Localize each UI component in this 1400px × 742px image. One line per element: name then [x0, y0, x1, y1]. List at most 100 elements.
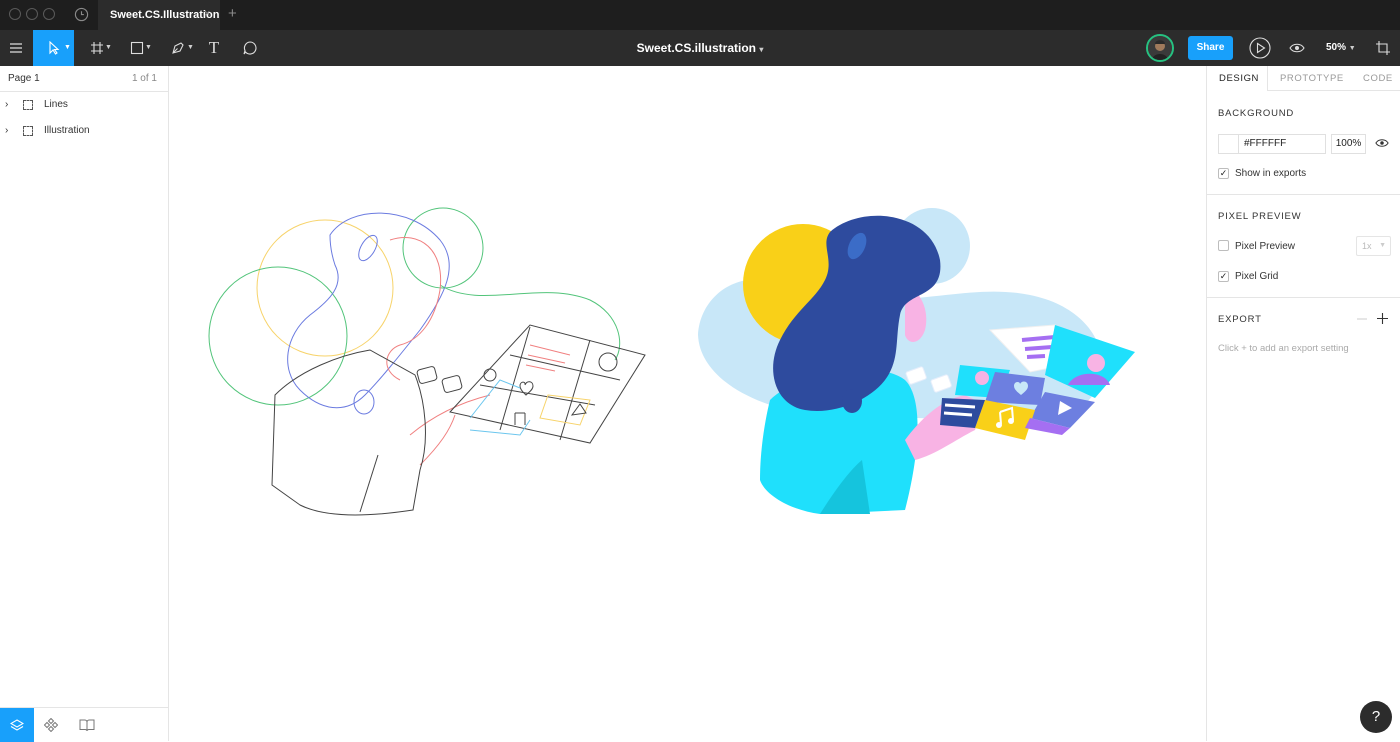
pixel-preview-section-title: PIXEL PREVIEW — [1218, 211, 1302, 222]
help-button[interactable]: ? — [1360, 701, 1392, 733]
tab-prototype[interactable]: PROTOTYPE — [1280, 73, 1344, 84]
layer-item-illustration[interactable]: › Illustration — [0, 118, 168, 144]
user-photo-icon — [1148, 36, 1172, 60]
close-window-button[interactable] — [9, 8, 21, 20]
play-icon — [1249, 37, 1271, 59]
chevron-down-icon: ▼ — [64, 44, 71, 51]
background-opacity-field[interactable]: 100% — [1331, 134, 1366, 154]
pink-outline — [386, 236, 442, 381]
cards-outline — [449, 324, 646, 444]
divider — [1207, 297, 1400, 298]
zoom-level-value: 50% — [1326, 42, 1347, 53]
document-tab-label: Sweet.CS.Illustration — [110, 9, 220, 21]
shape-tool-button[interactable]: ▼ — [120, 30, 154, 66]
components-tab[interactable] — [34, 708, 68, 742]
properties-panel: DESIGN PROTOTYPE CODE BACKGROUND #FFFFFF… — [1206, 66, 1400, 741]
green-outline-circle — [208, 266, 348, 406]
hair-blue-outline — [287, 212, 450, 409]
chevron-down-icon[interactable]: ▾ — [759, 45, 763, 54]
pixel-preview-scale-select[interactable]: 1x ▼ — [1356, 236, 1391, 256]
eye-icon — [1289, 43, 1305, 53]
frame-icon — [91, 42, 103, 54]
text-icon: T — [208, 38, 220, 57]
chevron-down-icon: ▼ — [145, 44, 152, 51]
canvas-artwork — [208, 207, 1135, 516]
new-tab-icon[interactable]: + — [228, 5, 237, 22]
lines-frame — [208, 207, 646, 516]
scale-value: 1x — [1362, 241, 1372, 251]
present-button[interactable] — [1248, 30, 1272, 66]
chevron-down-icon: ▼ — [105, 44, 112, 51]
layers-tab[interactable] — [0, 708, 34, 742]
pen-icon — [172, 42, 184, 54]
layers-panel: Page 1 1 of 1 › Lines › Illustration — [0, 66, 169, 742]
zoom-level[interactable]: 50% ▼ — [1326, 42, 1356, 53]
library-tab[interactable] — [70, 708, 104, 742]
title-bar: Sweet.CS.Illustration × + — [0, 0, 1400, 30]
chevron-down-icon: ▼ — [1379, 242, 1386, 249]
eye-icon[interactable] — [1375, 138, 1389, 148]
pixel-grid-label: Pixel Grid — [1235, 271, 1279, 282]
pixel-grid-checkbox[interactable]: ✓ — [1218, 271, 1229, 282]
export-hint: Click + to add an export setting — [1218, 343, 1349, 354]
show-in-exports-checkbox[interactable]: ✓ — [1218, 168, 1229, 179]
book-icon — [79, 719, 95, 732]
rectangle-icon — [130, 41, 144, 55]
frame-tool-button[interactable]: ▼ — [80, 30, 114, 66]
document-tab[interactable]: Sweet.CS.Illustration — [98, 0, 220, 30]
background-section-title: BACKGROUND — [1218, 108, 1295, 119]
body-outline — [271, 349, 426, 516]
layers-icon — [10, 719, 24, 731]
green-wave-line — [439, 284, 621, 361]
color-swatch[interactable] — [1219, 135, 1239, 153]
view-settings-button[interactable] — [1286, 30, 1308, 66]
left-panel-footer — [0, 707, 168, 742]
page-count: 1 of 1 — [131, 73, 157, 84]
page-selector[interactable]: Page 1 1 of 1 — [0, 66, 168, 92]
layer-name: Lines — [44, 99, 68, 110]
page-name: Page 1 — [8, 73, 40, 84]
frame-icon — [23, 126, 33, 136]
comment-tool-button[interactable] — [238, 30, 262, 66]
zoom-window-button[interactable] — [43, 8, 55, 20]
chevron-down-icon: ▼ — [1348, 45, 1356, 52]
export-section-title: EXPORT — [1218, 314, 1262, 325]
tab-code[interactable]: CODE — [1363, 73, 1393, 84]
chevron-down-icon: ▼ — [187, 44, 194, 51]
background-hex-value: #FFFFFF — [1244, 138, 1287, 149]
show-in-exports-label: Show in exports — [1235, 168, 1307, 179]
chevron-right-icon[interactable]: › — [5, 99, 8, 110]
frame-icon — [23, 100, 33, 110]
main-menu-button[interactable] — [0, 30, 32, 66]
layer-name: Illustration — [44, 125, 90, 136]
avatar[interactable] — [1146, 34, 1174, 62]
chevron-right-icon[interactable]: › — [5, 125, 8, 136]
components-icon — [44, 718, 58, 732]
comment-icon — [243, 41, 257, 55]
move-tool-button[interactable]: ▼ — [33, 30, 74, 66]
close-tab-icon[interactable]: × — [204, 8, 210, 20]
pixel-preview-checkbox[interactable] — [1218, 240, 1229, 251]
small-green-outline-circle — [402, 207, 484, 289]
recent-files-icon[interactable] — [74, 7, 89, 22]
canvas[interactable] — [169, 66, 1206, 741]
plus-icon[interactable] — [1377, 313, 1388, 324]
share-button[interactable]: Share — [1188, 36, 1233, 60]
text-tool-button[interactable]: T — [202, 30, 226, 66]
hamburger-menu-icon — [10, 43, 22, 53]
divider — [1207, 194, 1400, 195]
tab-design[interactable]: DESIGN — [1219, 73, 1259, 84]
minimize-window-button[interactable] — [26, 8, 38, 20]
layer-item-lines[interactable]: › Lines — [0, 92, 168, 118]
minus-icon[interactable] — [1357, 318, 1367, 320]
document-title[interactable]: Sweet.CS.illustration — [637, 41, 756, 55]
crop-icon — [1376, 41, 1390, 55]
crop-tool-button[interactable] — [1373, 30, 1393, 66]
pixel-preview-label: Pixel Preview — [1235, 241, 1296, 252]
cursor-arrow-icon — [48, 41, 59, 55]
properties-tabs: DESIGN PROTOTYPE CODE — [1207, 66, 1400, 91]
background-color-field[interactable]: #FFFFFF — [1218, 134, 1326, 154]
pen-tool-button[interactable]: ▼ — [160, 30, 196, 66]
toolbar: ▼ ▼ ▼ ▼ T Sweet.CS.illustration ▾ Share … — [0, 30, 1400, 66]
illustration-frame — [698, 208, 1135, 514]
